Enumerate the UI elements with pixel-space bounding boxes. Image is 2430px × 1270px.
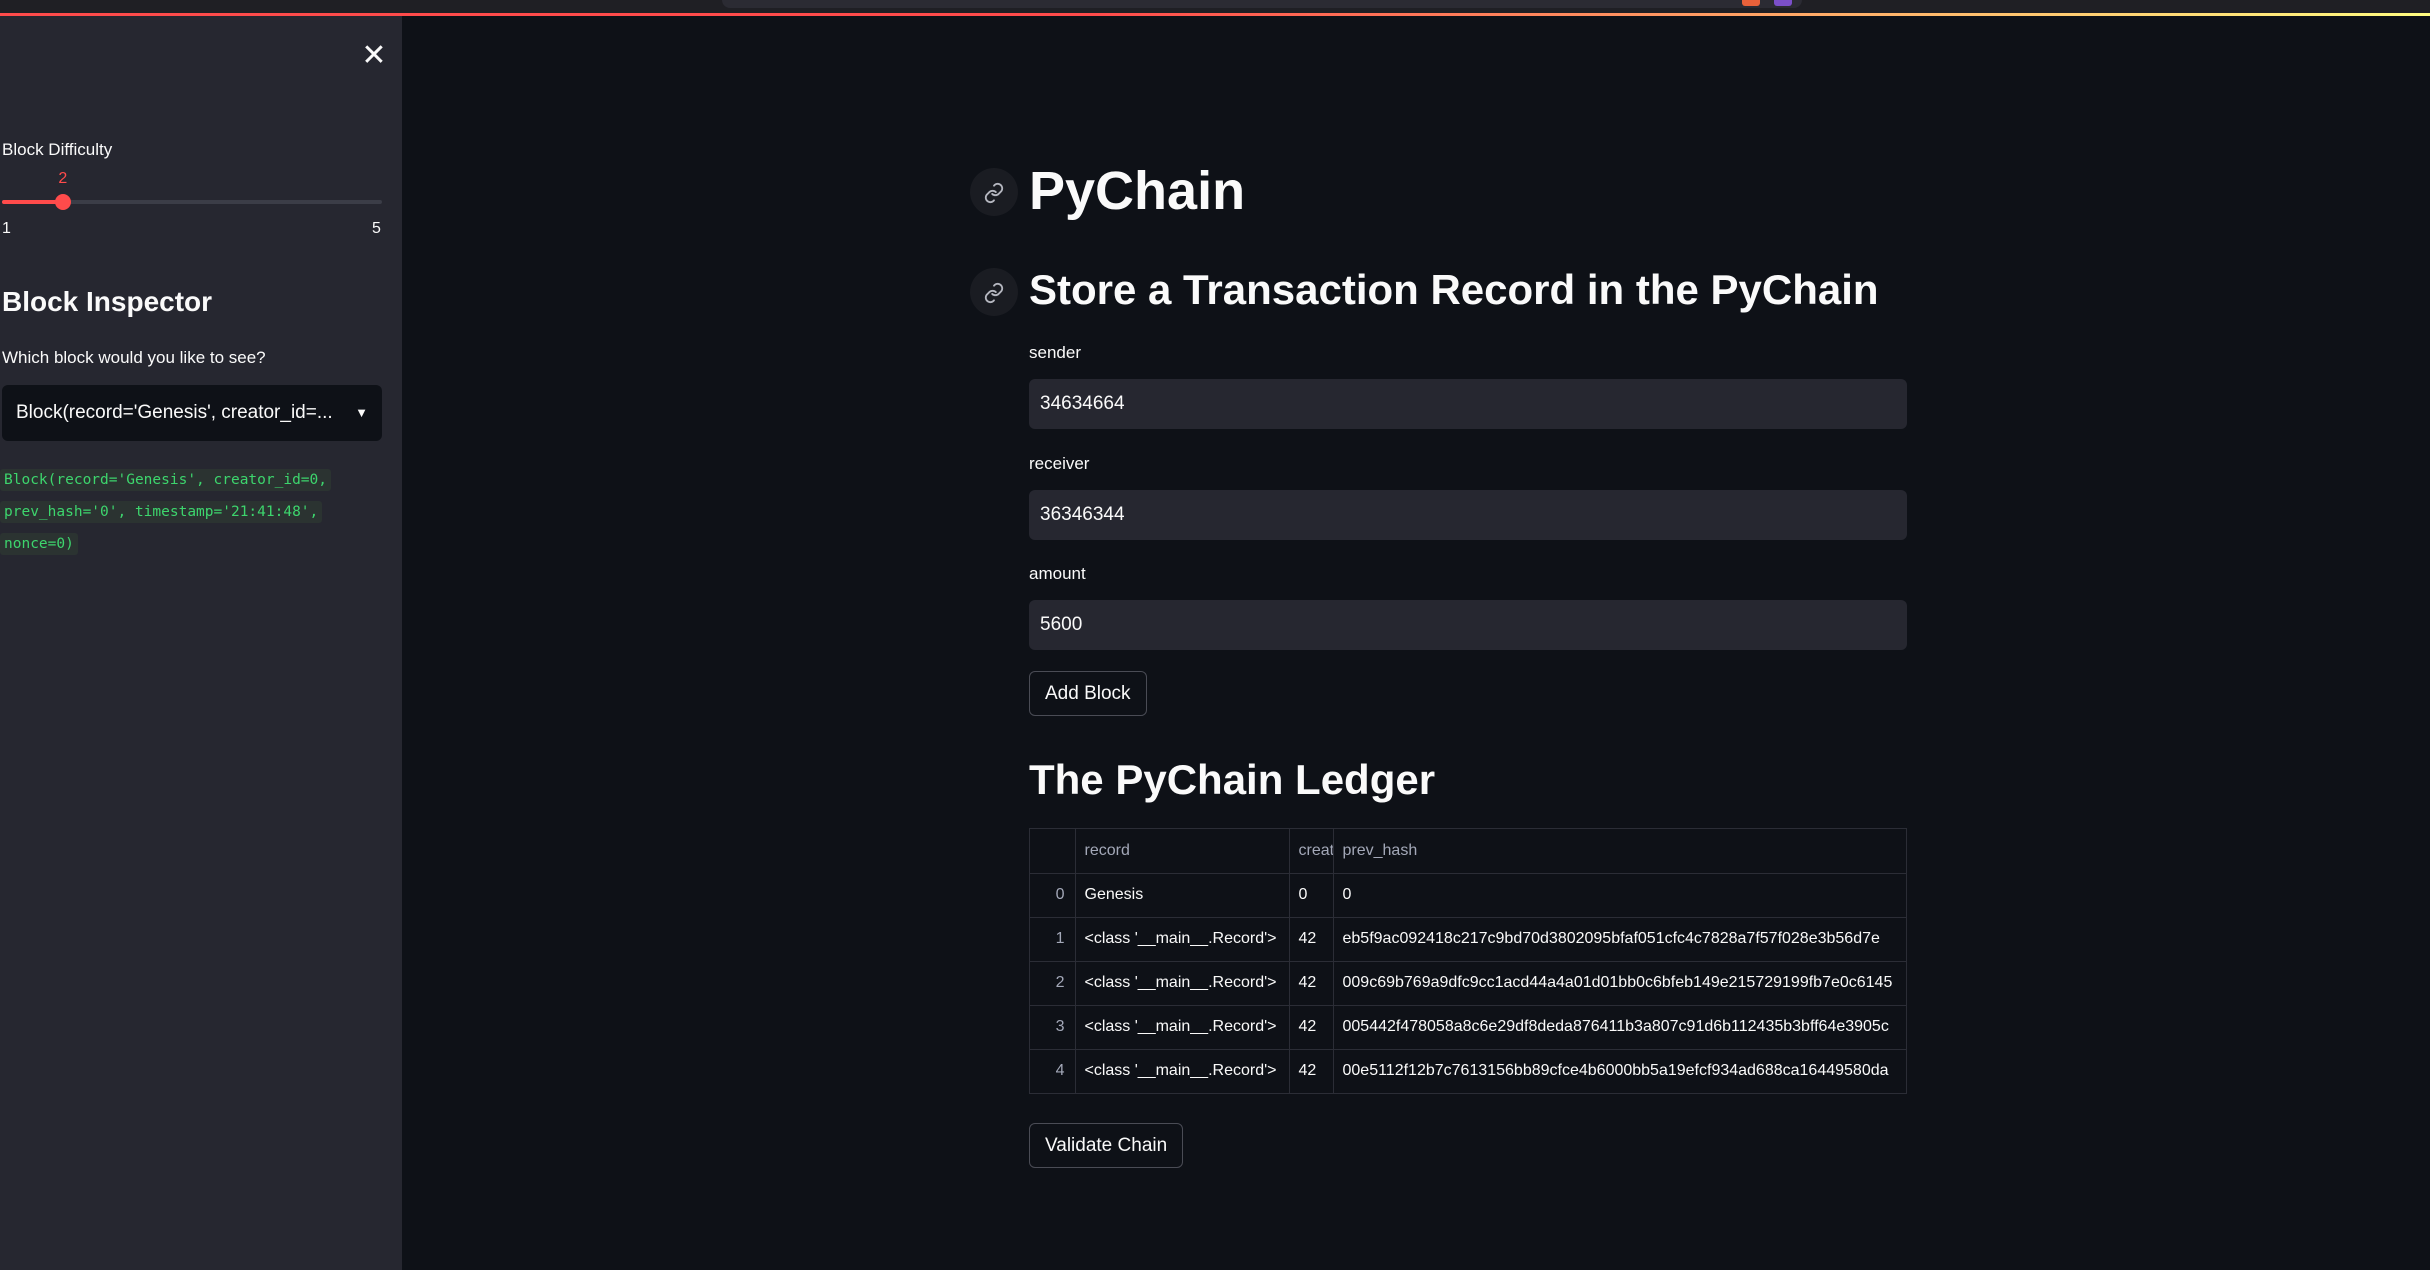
table-row[interactable]: 2 <class '__main__.Record'> 42 009c69b76… — [1030, 961, 1906, 1006]
extension-icon[interactable] — [1742, 0, 1760, 6]
sender-label: sender — [1029, 343, 1081, 362]
prev-hash-cell[interactable]: 0 — [1333, 873, 1906, 918]
sidebar: ✕ Block Difficulty 2 1 5 Block Inspector… — [0, 16, 402, 1270]
row-index: 4 — [1030, 1049, 1076, 1093]
creator-cell[interactable]: 42 — [1289, 961, 1334, 1006]
validate-chain-button[interactable]: Validate Chain — [1029, 1123, 1184, 1168]
link-icon[interactable] — [970, 268, 1018, 316]
extension-icon[interactable] — [1774, 0, 1792, 6]
record-cell[interactable]: <class '__main__.Record'> — [1075, 1005, 1290, 1050]
row-index: 3 — [1030, 1005, 1076, 1050]
block-inspector-heading: Block Inspector — [2, 286, 213, 317]
receiver-label: receiver — [1029, 454, 1090, 473]
row-index: 1 — [1030, 917, 1076, 962]
slider-max-label: 5 — [372, 220, 381, 237]
address-bar[interactable] — [722, 0, 1802, 8]
amount-input[interactable] — [1029, 600, 1907, 650]
link-icon[interactable] — [970, 168, 1018, 216]
prev-hash-cell[interactable]: 009c69b769a9dfc9cc1acd44a4a01d01bb0c6bfe… — [1333, 961, 1906, 1006]
record-cell[interactable]: <class '__main__.Record'> — [1075, 961, 1290, 1006]
slider-fill — [2, 200, 63, 204]
creator-cell[interactable]: 42 — [1289, 1005, 1334, 1050]
prev-hash-cell[interactable]: 00e5112f12b7c7613156bb89cfce4b6000bb5a19… — [1333, 1049, 1906, 1093]
ledger-table[interactable]: record creat prev_hash 0 Genesis 0 0 1 <… — [1029, 828, 1907, 1094]
column-header-creator[interactable]: creat — [1289, 829, 1334, 874]
table-row[interactable]: 1 <class '__main__.Record'> 42 eb5f9ac09… — [1030, 917, 1906, 962]
table-row[interactable]: 3 <class '__main__.Record'> 42 005442f47… — [1030, 1005, 1906, 1050]
difficulty-slider[interactable] — [2, 194, 382, 210]
block-select[interactable]: Block(record='Genesis', creator_id=... ▼ — [2, 385, 382, 441]
record-cell[interactable]: <class '__main__.Record'> — [1075, 1049, 1290, 1093]
receiver-input[interactable] — [1029, 490, 1907, 540]
row-index: 0 — [1030, 873, 1076, 918]
column-header-index[interactable] — [1030, 829, 1076, 874]
browser-top-strip — [0, 0, 2430, 16]
ledger-heading: The PyChain Ledger — [1029, 756, 1436, 803]
chevron-down-icon: ▼ — [355, 405, 368, 420]
record-cell[interactable]: Genesis — [1075, 873, 1290, 918]
code-line: nonce=0) — [0, 533, 78, 555]
prev-hash-cell[interactable]: eb5f9ac092418c217c9bd70d3802095bfaf051cf… — [1333, 917, 1906, 962]
close-icon[interactable]: ✕ — [360, 41, 388, 71]
table-row[interactable]: 0 Genesis 0 0 — [1030, 873, 1906, 918]
creator-cell[interactable]: 0 — [1289, 873, 1334, 918]
prev-hash-cell[interactable]: 005442f478058a8c6e29df8deda876411b3a807c… — [1333, 1005, 1906, 1050]
block-select-label: Which block would you like to see? — [2, 348, 266, 367]
record-cell[interactable]: <class '__main__.Record'> — [1075, 917, 1290, 962]
slider-min-label: 1 — [2, 220, 11, 237]
code-line: Block(record='Genesis', creator_id=0, — [0, 469, 332, 491]
add-block-button[interactable]: Add Block — [1029, 671, 1147, 716]
creator-cell[interactable]: 42 — [1289, 917, 1334, 962]
page-title: PyChain — [1029, 161, 1246, 221]
table-row[interactable]: 4 <class '__main__.Record'> 42 00e5112f1… — [1030, 1049, 1906, 1093]
block-select-value: Block(record='Genesis', creator_id=... — [16, 402, 333, 423]
row-index: 2 — [1030, 961, 1076, 1006]
slider-thumb[interactable] — [54, 194, 71, 210]
difficulty-label: Block Difficulty — [2, 140, 113, 159]
column-header-record[interactable]: record — [1075, 829, 1290, 874]
creator-cell[interactable]: 42 — [1289, 1049, 1334, 1093]
block-code-output: Block(record='Genesis', creator_id=0, pr… — [0, 464, 390, 560]
form-heading: Store a Transaction Record in the PyChai… — [1029, 266, 1879, 313]
column-header-prev-hash[interactable]: prev_hash — [1333, 829, 1906, 874]
amount-label: amount — [1029, 564, 1086, 583]
difficulty-value: 2 — [58, 170, 68, 187]
code-line: prev_hash='0', timestamp='21:41:48', — [0, 501, 323, 523]
sender-input[interactable] — [1029, 379, 1907, 429]
table-header-row: record creat prev_hash — [1030, 829, 1906, 874]
